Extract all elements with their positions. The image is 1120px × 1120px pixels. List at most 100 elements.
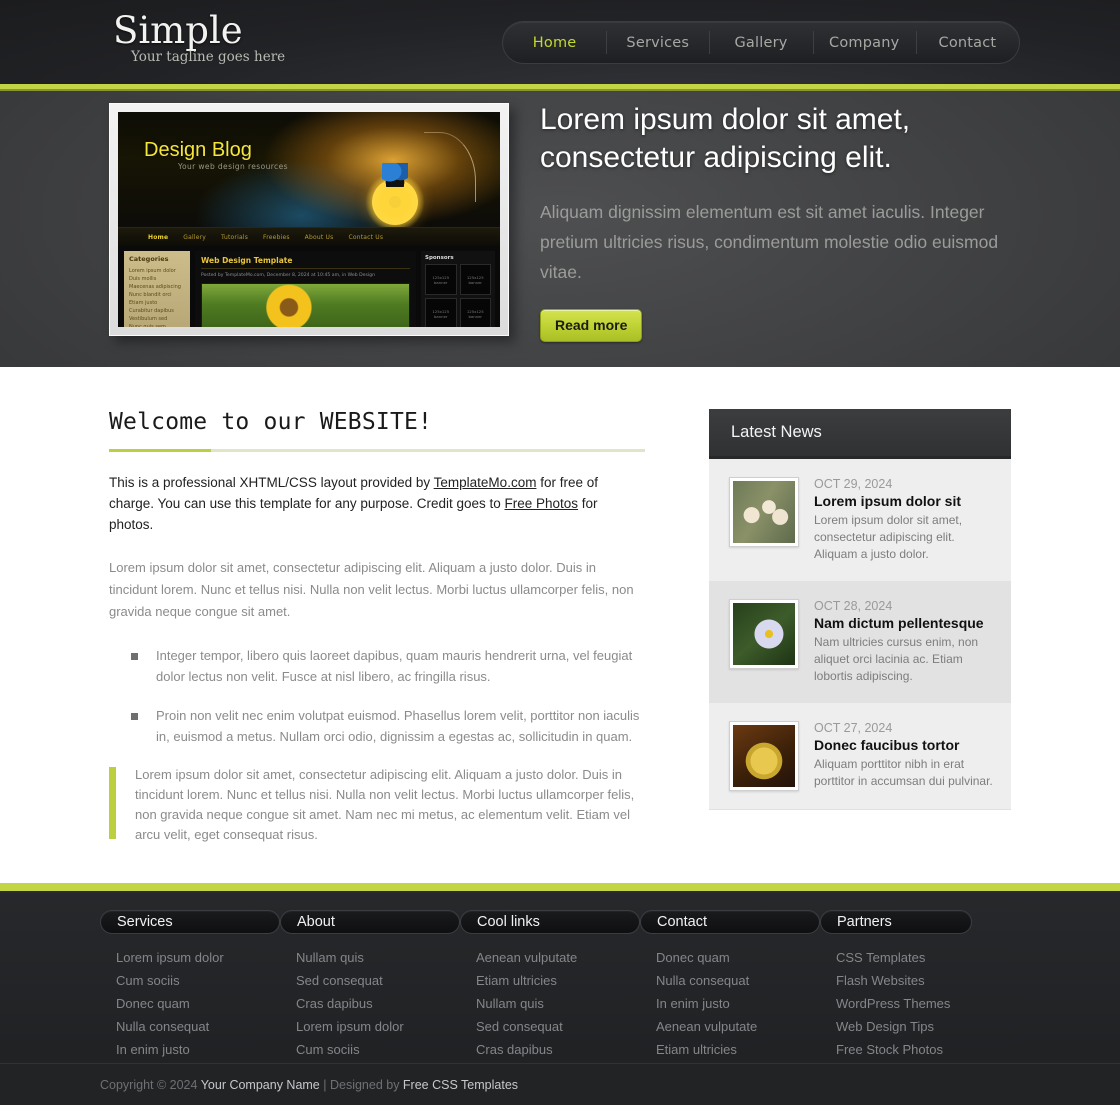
news-item[interactable]: OCT 29, 2024 Lorem ipsum dolor sit Lorem… bbox=[709, 459, 1011, 581]
company-name: Your Company Name bbox=[200, 1078, 320, 1092]
footer-link[interactable]: Nulla consequat bbox=[656, 969, 820, 992]
footer-link[interactable]: Cras dapibus bbox=[296, 992, 460, 1015]
footer-link[interactable]: Sed consequat bbox=[296, 969, 460, 992]
footer-link[interactable]: Free Stock Photos bbox=[836, 1038, 1000, 1061]
nav-item-contact[interactable]: Contact bbox=[915, 22, 1019, 63]
footer-link[interactable]: Lorem ipsum dolor bbox=[116, 946, 280, 969]
footer-link[interactable]: Nullam quis bbox=[296, 946, 460, 969]
news-description: Nam ultricies cursus enim, non aliquet o… bbox=[814, 635, 979, 683]
news-item[interactable]: OCT 28, 2024 Nam dictum pellentesque Nam… bbox=[709, 581, 1011, 703]
site-header: Simple Your tagline goes here Home Servi… bbox=[0, 0, 1120, 84]
news-date: OCT 27, 2024 bbox=[814, 721, 893, 735]
footer-link[interactable]: In enim justo bbox=[656, 992, 820, 1015]
content-column: Welcome to our WEBSITE! This is a profes… bbox=[100, 409, 645, 845]
footer-column-title: Partners bbox=[820, 910, 972, 934]
footer-link[interactable]: Flash Websites bbox=[836, 969, 1000, 992]
gold-medal-image bbox=[733, 725, 795, 787]
footer-link[interactable]: Sed consequat bbox=[476, 1015, 640, 1038]
preview-navigation: Home Gallery Tutorials Freebies About Us… bbox=[118, 227, 500, 246]
copyright-text: Copyright © 2024 Your Company Name | Des… bbox=[100, 1064, 1020, 1106]
butterfly-image bbox=[382, 163, 408, 187]
hero-heading: Lorem ipsum dolor sit amet, consectetur … bbox=[540, 103, 911, 174]
nav-item-services[interactable]: Services bbox=[606, 22, 709, 63]
body-paragraph: Lorem ipsum dolor sit amet, consectetur … bbox=[109, 560, 634, 619]
preview-post-divider bbox=[201, 268, 410, 269]
hero-banner: Design Blog Your web design resources Ho… bbox=[0, 91, 1120, 367]
latest-news-box: Latest News OCT 29, 2024 Lorem ipsum dol… bbox=[709, 409, 1011, 810]
footer-link[interactable]: Nullam quis bbox=[476, 992, 640, 1015]
decorative-swirl-icon bbox=[424, 132, 476, 202]
footer-link[interactable]: Aenean vulputate bbox=[656, 1015, 820, 1038]
footer-link-list: CSS Templates Flash Websites WordPress T… bbox=[820, 946, 1000, 1061]
footer-link-list: Lorem ipsum dolor Cum sociis Donec quam … bbox=[100, 946, 280, 1061]
latest-news-header: Latest News bbox=[709, 409, 1011, 459]
news-description: Aliquam porttitor nibh in erat porttitor… bbox=[814, 757, 993, 788]
templatemo-link[interactable]: TemplateMo.com bbox=[434, 475, 537, 490]
orchid-flowers-image bbox=[733, 481, 795, 543]
site-logo[interactable]: Simple Your tagline goes here bbox=[113, 9, 285, 66]
news-title[interactable]: Donec faucibus tortor bbox=[814, 737, 995, 753]
nav-item-company[interactable]: Company bbox=[812, 22, 916, 63]
blockquote: Lorem ipsum dolor sit amet, consectetur … bbox=[109, 765, 649, 845]
footer-column-title: Contact bbox=[640, 910, 820, 934]
preview-category-item: Vestibulum sed bbox=[129, 316, 168, 322]
page-root: Simple Your tagline goes here Home Servi… bbox=[0, 0, 1120, 1120]
footer-link[interactable]: Etiam ultricies bbox=[476, 969, 640, 992]
footer-column-title: Services bbox=[100, 910, 280, 934]
footer-link[interactable]: CSS Templates bbox=[836, 946, 1000, 969]
copyright-bar: Copyright © 2024 Your Company Name | Des… bbox=[0, 1063, 1120, 1105]
footer-link[interactable]: Cras dapibus bbox=[476, 1038, 640, 1061]
preview-post-image bbox=[201, 283, 410, 327]
nav-item-gallery[interactable]: Gallery bbox=[709, 22, 812, 63]
footer-link[interactable]: WordPress Themes bbox=[836, 992, 1000, 1015]
footer-accent-bar bbox=[0, 883, 1120, 893]
list-item: Integer tempor, libero quis laoreet dapi… bbox=[131, 645, 645, 687]
preview-nav-tutorials: Tutorials bbox=[221, 233, 249, 241]
preview-category-item: Maecenas adipiscing bbox=[129, 284, 181, 290]
footer-link[interactable]: Cum sociis bbox=[116, 969, 280, 992]
preview-banner: Design Blog Your web design resources bbox=[118, 112, 500, 227]
preview-nav-about: About Us bbox=[304, 233, 334, 241]
news-text: OCT 28, 2024 Nam dictum pellentesque Nam… bbox=[814, 599, 995, 685]
preview-categories: Categories Lorem ipsum dolor Duis mollis… bbox=[124, 251, 190, 327]
preview-nav-contact: Contact Us bbox=[348, 233, 384, 241]
footer-column-cool-links: Cool links Aenean vulputate Etiam ultric… bbox=[460, 910, 640, 1061]
hero-text-block: Lorem ipsum dolor sit amet, consectetur … bbox=[540, 101, 1010, 342]
nav-item-home[interactable]: Home bbox=[503, 22, 606, 63]
preview-categories-title: Categories bbox=[129, 255, 169, 263]
footer-link[interactable]: In enim justo bbox=[116, 1038, 280, 1061]
footer-link[interactable]: Cum sociis bbox=[296, 1038, 460, 1061]
designer-link[interactable]: Free CSS Templates bbox=[403, 1078, 518, 1092]
footer-link[interactable]: Web Design Tips bbox=[836, 1015, 1000, 1038]
sidebar-column: Latest News OCT 29, 2024 Lorem ipsum dol… bbox=[709, 409, 1011, 845]
list-item: Proin non velit nec enim volutpat euismo… bbox=[131, 705, 645, 747]
news-title[interactable]: Nam dictum pellentesque bbox=[814, 615, 995, 631]
page-title: Welcome to our WEBSITE! bbox=[109, 409, 433, 435]
preview-nav-freebies: Freebies bbox=[263, 233, 290, 241]
preview-sponsor-banner: 125x125 banner bbox=[459, 264, 491, 295]
latest-news-title: Latest News bbox=[731, 423, 822, 441]
preview-sponsors-title: Sponsors bbox=[425, 255, 454, 261]
free-photos-link[interactable]: Free Photos bbox=[505, 496, 579, 511]
logo-title: Simple bbox=[113, 9, 243, 52]
footer-link[interactable]: Nulla consequat bbox=[116, 1015, 280, 1038]
footer-link[interactable]: Aenean vulputate bbox=[476, 946, 640, 969]
footer-link[interactable]: Donec quam bbox=[656, 946, 820, 969]
footer-link[interactable]: Etiam ultricies bbox=[656, 1038, 820, 1061]
slider-image-frame[interactable]: Design Blog Your web design resources Ho… bbox=[109, 103, 509, 336]
news-date: OCT 28, 2024 bbox=[814, 599, 893, 613]
footer-column-title: Cool links bbox=[460, 910, 640, 934]
preview-nav-home: Home bbox=[148, 233, 169, 241]
preview-category-item: Lorem ipsum dolor bbox=[129, 268, 176, 274]
hero-inner: Design Blog Your web design resources Ho… bbox=[100, 91, 1020, 367]
read-more-button[interactable]: Read more bbox=[540, 309, 643, 342]
preview-post: Web Design Template Posted by TemplateMo… bbox=[195, 251, 416, 327]
news-title[interactable]: Lorem ipsum dolor sit bbox=[814, 493, 995, 509]
footer-link[interactable]: Lorem ipsum dolor bbox=[296, 1015, 460, 1038]
footer-link[interactable]: Donec quam bbox=[116, 992, 280, 1015]
news-item[interactable]: OCT 27, 2024 Donec faucibus tortor Aliqu… bbox=[709, 703, 1011, 809]
footer-link-list: Aenean vulputate Etiam ultricies Nullam … bbox=[460, 946, 640, 1061]
preview-category-item: Curabitur dapibus bbox=[129, 308, 174, 314]
daisy-bee-image bbox=[733, 603, 795, 665]
hero-paragraph: Aliquam dignissim elementum est sit amet… bbox=[540, 202, 999, 282]
